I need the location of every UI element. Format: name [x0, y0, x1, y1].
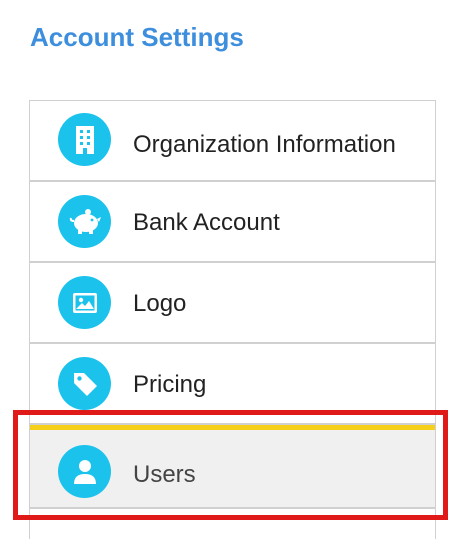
menu-item-users[interactable]: Users [30, 425, 435, 509]
menu-item-organization-information[interactable]: Organization Information [30, 101, 435, 182]
menu-item-logo[interactable]: Logo [30, 263, 435, 344]
image-icon [58, 276, 111, 329]
menu-item-label: Pricing [133, 371, 207, 398]
menu-item-pricing[interactable]: Pricing [30, 344, 435, 425]
piggy-bank-icon [58, 195, 111, 248]
menu-item-label: Logo [133, 290, 187, 317]
menu-item-label: Users [133, 461, 196, 488]
menu-item-bank-account[interactable]: Bank Account [30, 182, 435, 263]
page-title: Account Settings [30, 22, 244, 52]
price-tag-icon [58, 357, 111, 410]
menu-item-label: Organization Information [133, 131, 396, 158]
settings-menu: Organization Information Bank Account Lo… [29, 100, 436, 539]
user-icon [58, 445, 111, 498]
building-icon [58, 113, 111, 166]
menu-item-label: Bank Account [133, 209, 280, 236]
account-settings-page: Account Settings Organization Informatio… [0, 0, 461, 539]
